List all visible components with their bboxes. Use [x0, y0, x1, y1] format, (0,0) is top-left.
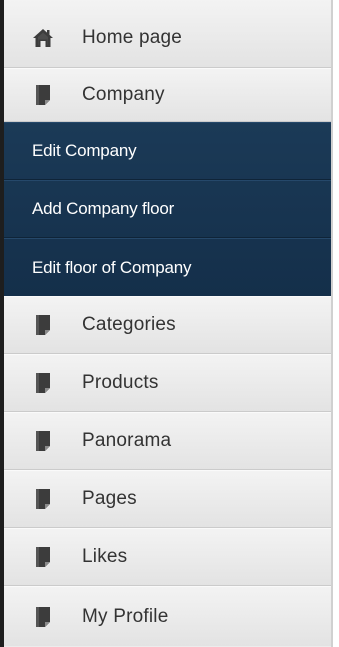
sidebar-menu: Home page Company Edit Company Add Compa…: [0, 0, 333, 647]
sidebar-item-likes[interactable]: Likes: [4, 528, 331, 586]
page-icon: [32, 430, 54, 452]
submenu-item-label: Edit Company: [32, 141, 137, 160]
page-icon: [32, 314, 54, 336]
page-icon: [32, 372, 54, 394]
sidebar-item-pages[interactable]: Pages: [4, 470, 331, 528]
submenu-item-add-company-floor[interactable]: Add Company floor: [4, 180, 331, 238]
submenu-item-edit-company[interactable]: Edit Company: [4, 122, 331, 180]
page-icon: [32, 84, 54, 106]
sidebar-item-categories[interactable]: Categories: [4, 296, 331, 354]
sidebar-item-label: Home page: [82, 26, 183, 48]
submenu-item-label: Edit floor of Company: [32, 257, 192, 277]
sidebar-item-label: Pages: [82, 488, 137, 509]
sidebar-item-label: Products: [82, 372, 159, 393]
sidebar-item-products[interactable]: Products: [4, 354, 331, 412]
sidebar-item-label: My Profile: [82, 605, 169, 627]
sidebar-item-label: Panorama: [82, 430, 172, 451]
page-icon: [32, 546, 54, 568]
submenu-item-edit-floor-of-company[interactable]: Edit floor of Company: [4, 238, 331, 296]
sidebar-item-home-page[interactable]: Home page: [4, 0, 331, 68]
page-icon: [32, 488, 54, 510]
sidebar-item-label: Categories: [82, 314, 176, 335]
submenu-item-label: Add Company floor: [32, 199, 175, 218]
sidebar-item-panorama[interactable]: Panorama: [4, 412, 331, 470]
company-submenu: Edit Company Add Company floor Edit floo…: [4, 122, 331, 296]
page-icon: [32, 606, 54, 628]
sidebar-item-label: Likes: [82, 546, 128, 567]
sidebar-item-company[interactable]: Company: [4, 68, 331, 122]
sidebar-item-my-profile[interactable]: My Profile: [4, 586, 331, 646]
home-icon: [32, 27, 54, 49]
sidebar-item-label: Company: [82, 84, 165, 105]
